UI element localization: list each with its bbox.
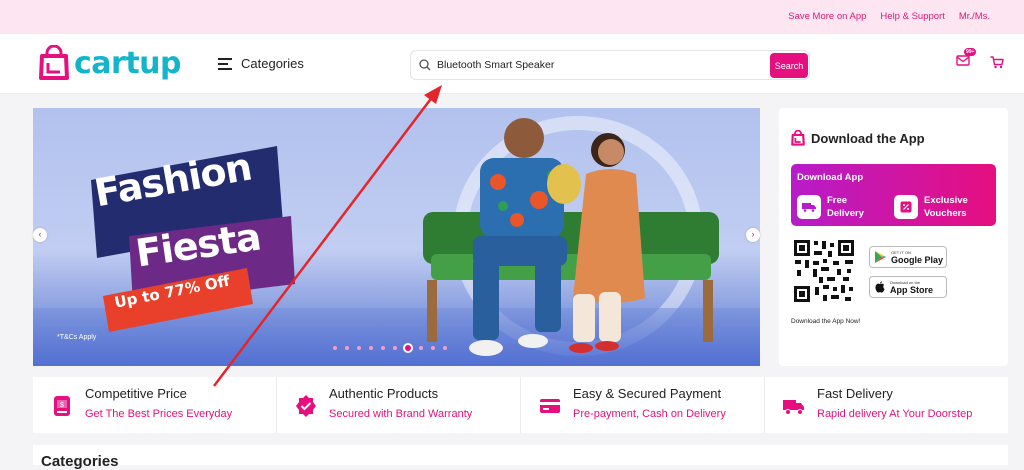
man-shirt [480,158,564,238]
price-tag-icon: $ [54,396,70,416]
messages-button[interactable]: 99+ [956,48,977,71]
google-play-button[interactable]: GET IT ON Google Play [869,246,947,268]
carousel-dot[interactable] [369,346,373,350]
carousel-dot[interactable] [419,346,423,350]
banner-next-button[interactable]: › [746,228,760,242]
google-play-icon [875,251,886,263]
feature-authentic-products: Authentic Products Secured with Brand Wa… [277,377,521,433]
credit-card-icon [540,399,560,413]
qr-code [793,239,855,303]
search-input[interactable] [437,59,757,71]
help-support-link[interactable]: Help & Support [880,11,944,22]
download-app-card: Download the App Download App Free Deliv… [779,108,1008,366]
search-button[interactable]: Search [770,53,808,78]
carousel-dot[interactable] [431,346,435,350]
feature-subtitle: Secured with Brand Warranty [329,408,473,420]
carousel-dots [333,345,447,351]
voucher-icon [894,195,918,219]
cart-icon[interactable] [990,55,1004,69]
categories-section: Categories [33,445,1008,470]
shopping-bag-icon [39,45,69,80]
app-store-button[interactable]: Download on the App Store [869,276,947,298]
delivery-truck-icon [783,400,804,415]
delivery-truck-icon [797,195,821,219]
verified-badge-icon [296,395,316,417]
feature-title: Easy & Secured Payment [573,386,722,401]
carousel-dot[interactable] [381,346,385,350]
feature-subtitle: Get The Best Prices Everyday [85,408,233,420]
section-title: Categories [41,453,119,470]
search-icon [419,59,431,71]
feature-title: Authentic Products [329,386,439,401]
carousel-dot[interactable] [443,346,447,350]
free-delivery-feature: Free Delivery [797,194,864,220]
feature-title: Fast Delivery [817,386,893,401]
categories-menu-button[interactable]: Categories [218,56,304,71]
man-shoe-left [469,340,503,356]
carousel-dot[interactable] [333,346,337,350]
bench-leg-left [427,280,437,342]
save-more-on-app-link[interactable]: Save More on App [788,11,866,22]
hero-banner[interactable]: Fashion Fiesta Up to 77% Off [33,108,760,366]
feature-subtitle: Rapid delivery At Your Doorstep [817,408,973,420]
header: cartup Categories Search 99+ [0,34,1024,94]
feature-competitive-price: $ Competitive Price Get The Best Prices … [33,377,277,433]
top-utility-bar: Save More on App Help & Support Mr./Ms. [0,0,1024,34]
categories-label: Categories [241,56,304,71]
download-app-note: Download the App Now! [791,318,861,325]
hand-fan [547,164,581,204]
account-link[interactable]: Mr./Ms. [959,11,990,22]
carousel-dot[interactable] [345,346,349,350]
exclusive-vouchers-line1: Exclusive [924,195,968,206]
messages-badge: 99+ [964,48,977,56]
man-shoe-right [518,334,548,348]
free-delivery-line2: Delivery [827,208,864,219]
terms-text: *T&Cs Apply [57,334,97,341]
carousel-dot[interactable] [405,345,411,351]
feature-secured-payment: Easy & Secured Payment Pre-payment, Cash… [521,377,765,433]
carousel-dot[interactable] [357,346,361,350]
logo[interactable]: cartup [38,45,182,81]
download-app-title: Download the App [791,130,925,146]
shopping-bag-icon [791,130,805,146]
app-store-label: App Store [890,284,934,295]
promo-heading: Download App [797,172,864,183]
banner-prev-button[interactable]: ‹ [33,228,47,242]
utility-links: Save More on App Help & Support Mr./Ms. [788,11,990,22]
feature-title: Competitive Price [85,386,187,401]
bench-leg-right [703,280,713,342]
man-head [504,118,544,158]
exclusive-vouchers-feature: Exclusive Vouchers [894,194,968,220]
feature-fast-delivery: Fast Delivery Rapid delivery At Your Doo… [765,377,1008,433]
features-strip: $ Competitive Price Get The Best Prices … [33,377,1008,433]
svg-text:$: $ [60,402,64,409]
woman-kurta [573,169,645,303]
search-bar: Search [410,50,810,80]
apple-icon [875,281,885,293]
app-promo-panel[interactable]: Download App Free Delivery Exclusive Vou… [791,164,996,226]
google-play-label: Google Play [891,254,944,265]
logo-text: cartup [74,45,182,81]
menu-icon [218,57,232,70]
header-icons: 99+ [956,48,1004,71]
feature-subtitle: Pre-payment, Cash on Delivery [573,408,726,420]
woman-face [598,139,624,165]
free-delivery-line1: Free [827,195,848,206]
download-app-title-text: Download the App [811,130,925,146]
carousel-dot[interactable] [393,346,397,350]
exclusive-vouchers-line2: Vouchers [924,208,967,219]
